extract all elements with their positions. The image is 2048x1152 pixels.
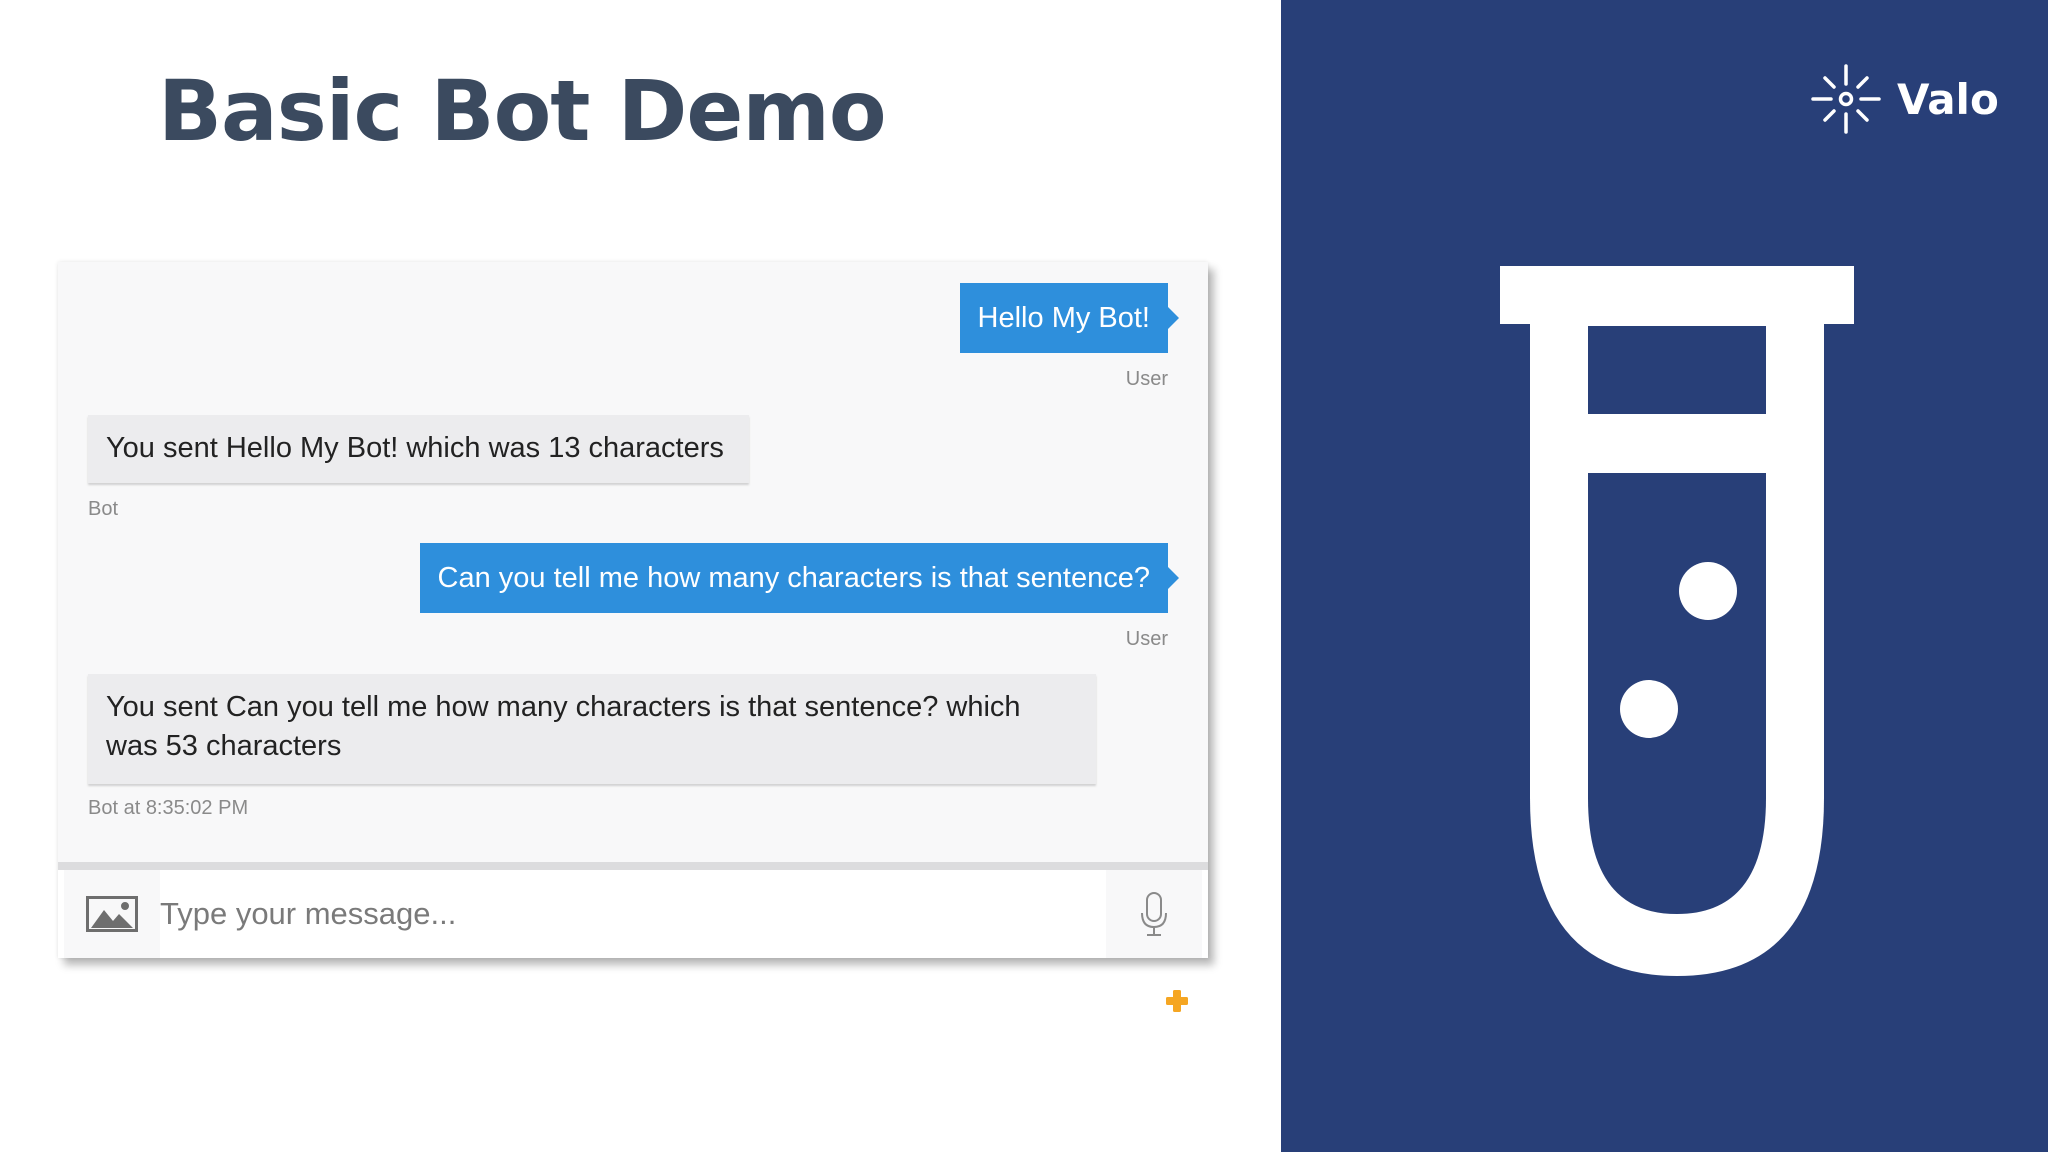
sparkle-logo-icon — [1811, 64, 1881, 134]
plus-icon[interactable] — [1164, 988, 1190, 1014]
message-text: Can you tell me how many characters is t… — [437, 562, 1150, 594]
message-sender: Bot — [88, 498, 119, 520]
message-input[interactable] — [160, 870, 1106, 958]
message-timestamp: Bot at 8:35:02 PM — [88, 797, 249, 819]
microphone-button[interactable] — [1106, 870, 1202, 958]
user-message-bubble: Hello My Bot! — [959, 283, 1180, 353]
microphone-icon — [1141, 892, 1167, 936]
message-input-bar — [58, 862, 1208, 958]
message-text-line: You sent Can you tell me how many charac… — [106, 691, 1021, 723]
brand-logo: Valo — [1809, 62, 1999, 136]
brand-name: Valo — [1897, 74, 1999, 124]
bot-message-bubble: You sent Hello My Bot! which was 13 char… — [88, 415, 749, 483]
image-upload-icon — [86, 896, 138, 932]
test-tube-icon — [1500, 266, 1854, 976]
slide-title: Basic Bot Demo — [158, 62, 887, 160]
brand-panel: Valo — [1281, 0, 2048, 1152]
message-sender: User — [1125, 368, 1168, 390]
image-upload-button[interactable] — [64, 870, 160, 958]
bot-message-bubble: You sent Can you tell me how many charac… — [88, 674, 1096, 784]
user-message-bubble: Can you tell me how many characters is t… — [419, 543, 1180, 613]
message-text: You sent Hello My Bot! which was 13 char… — [106, 432, 724, 464]
chat-window: Hello My Bot! User You sent Hello My Bot… — [58, 262, 1208, 958]
message-text: Hello My Bot! — [977, 302, 1150, 334]
message-text-line: was 53 characters — [106, 730, 342, 762]
message-sender: User — [1125, 628, 1168, 650]
